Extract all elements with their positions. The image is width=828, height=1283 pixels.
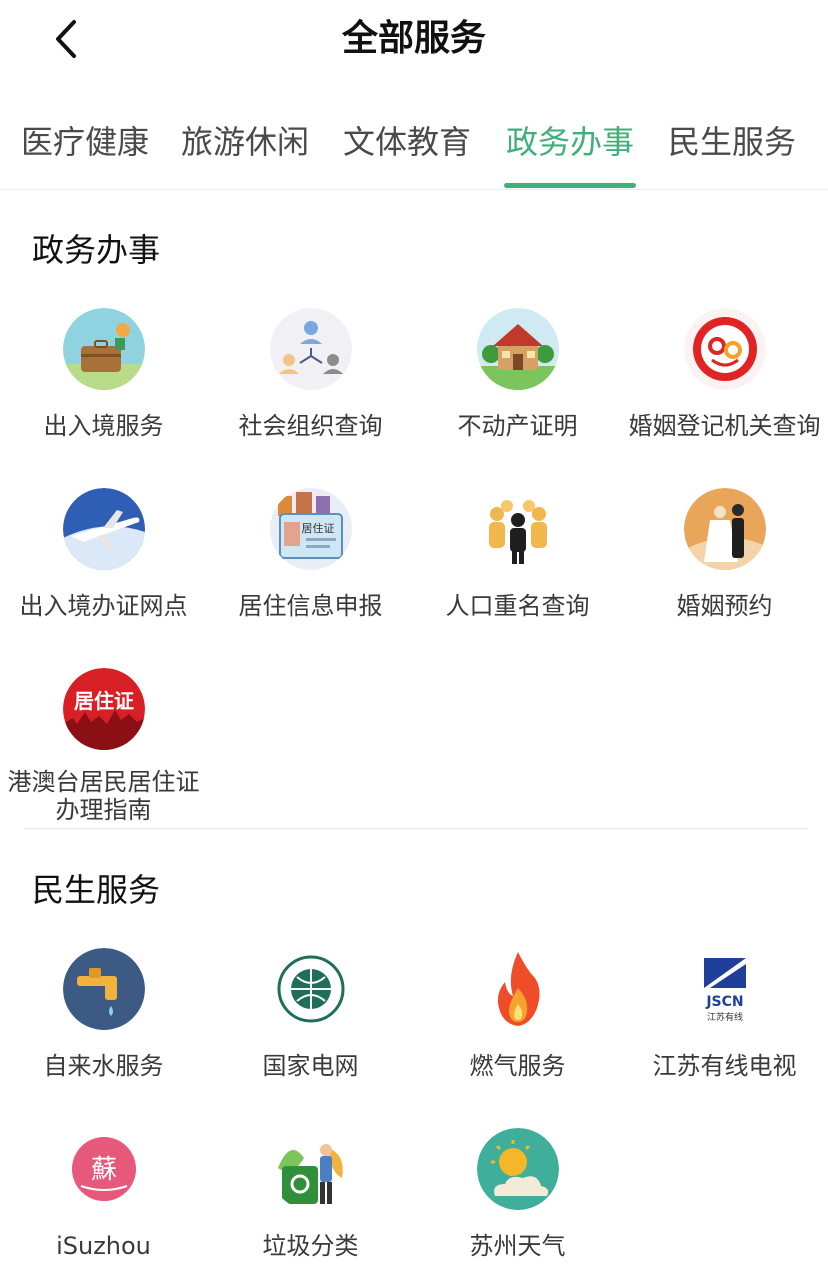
service-label: 人口重名查询: [445, 592, 590, 620]
tab-government-affairs[interactable]: 政务办事: [495, 118, 645, 166]
water-tap-icon: [62, 948, 145, 1030]
tab-medical-health[interactable]: 医疗健康: [10, 118, 160, 166]
service-exit-entry-offices[interactable]: 出入境办证网点: [0, 488, 207, 620]
service-label: 自来水服务: [43, 1052, 164, 1080]
svg-text:JSCN: JSCN: [705, 994, 743, 1010]
airplane-icon: [62, 488, 145, 570]
service-tap-water[interactable]: 自来水服务: [0, 948, 207, 1080]
service-label: iSuzhou: [56, 1232, 151, 1260]
service-label: 苏州天气: [469, 1232, 566, 1260]
section-divider: [24, 828, 808, 829]
service-label: 居住信息申报: [238, 592, 383, 620]
svg-text:居住证: 居住证: [301, 521, 334, 535]
service-label: 出入境办证网点: [19, 592, 188, 620]
category-tabs: 医疗健康 旅游休闲 文体教育 政务办事 民生服务: [0, 108, 828, 190]
page-title: 全部服务: [341, 18, 486, 59]
people-group-icon: [476, 488, 559, 570]
service-state-grid[interactable]: 国家电网: [207, 948, 414, 1080]
travel-suitcase-icon: [62, 308, 145, 390]
svg-text:江苏有线: 江苏有线: [706, 1011, 742, 1023]
service-label: 社会组织查询: [238, 412, 383, 440]
residence-card-icon: 居住证: [269, 488, 352, 570]
section-title-livelihood: 民生服务: [32, 871, 161, 909]
tab-livelihood-services[interactable]: 民生服务: [657, 118, 807, 166]
service-label: 垃圾分类: [262, 1232, 359, 1260]
section-title-government: 政务办事: [32, 231, 161, 269]
service-residence-info-report[interactable]: 居住证 居住信息申报: [207, 488, 414, 620]
service-label: 港澳台居民居住证办理指南: [7, 768, 200, 824]
header-bar: 全部服务: [0, 0, 828, 80]
service-suzhou-weather[interactable]: 苏州天气: [414, 1128, 621, 1260]
service-isuzhou[interactable]: 蘇 iSuzhou: [0, 1128, 207, 1260]
organization-network-icon: [269, 308, 352, 390]
active-tab-indicator: [504, 183, 636, 188]
weather-sun-cloud-icon: [476, 1128, 559, 1210]
svg-text:蘇: 蘇: [90, 1155, 116, 1185]
tab-culture-sports-education[interactable]: 文体教育: [332, 118, 482, 166]
service-jiangsu-cable-tv[interactable]: JSCN 江苏有线 江苏有线电视: [621, 948, 828, 1080]
house-icon: [476, 308, 559, 390]
isuzhou-logo-icon: 蘇: [62, 1128, 145, 1210]
garbage-sorting-icon: [269, 1128, 352, 1210]
service-label: 婚姻登记机关查询: [628, 412, 821, 440]
service-label: 国家电网: [262, 1052, 359, 1080]
residence-permit-city-icon: 居住证: [62, 668, 145, 750]
service-label: 婚姻预约: [676, 592, 773, 620]
tab-travel-leisure[interactable]: 旅游休闲: [170, 118, 320, 166]
service-marriage-appointment[interactable]: 婚姻预约: [621, 488, 828, 620]
service-hk-macau-tw-residence-guide[interactable]: 居住证 港澳台居民居住证办理指南: [0, 668, 207, 824]
marriage-registry-logo-icon: [683, 308, 766, 390]
service-label: 燃气服务: [469, 1052, 566, 1080]
state-grid-logo-icon: [269, 948, 352, 1030]
gas-flame-icon: [476, 948, 559, 1030]
service-real-estate-certificate[interactable]: 不动产证明: [414, 308, 621, 440]
service-duplicate-name-query[interactable]: 人口重名查询: [414, 488, 621, 620]
jscn-logo-icon: JSCN 江苏有线: [683, 948, 766, 1030]
service-garbage-sorting[interactable]: 垃圾分类: [207, 1128, 414, 1260]
service-label: 江苏有线电视: [652, 1052, 797, 1080]
service-label: 出入境服务: [43, 412, 164, 440]
wedding-couple-icon: [683, 488, 766, 570]
service-exit-entry[interactable]: 出入境服务: [0, 308, 207, 440]
svg-text:居住证: 居住证: [74, 689, 134, 713]
service-social-org-query[interactable]: 社会组织查询: [207, 308, 414, 440]
service-marriage-office-query[interactable]: 婚姻登记机关查询: [621, 308, 828, 440]
service-gas[interactable]: 燃气服务: [414, 948, 621, 1080]
service-label: 不动产证明: [457, 412, 578, 440]
